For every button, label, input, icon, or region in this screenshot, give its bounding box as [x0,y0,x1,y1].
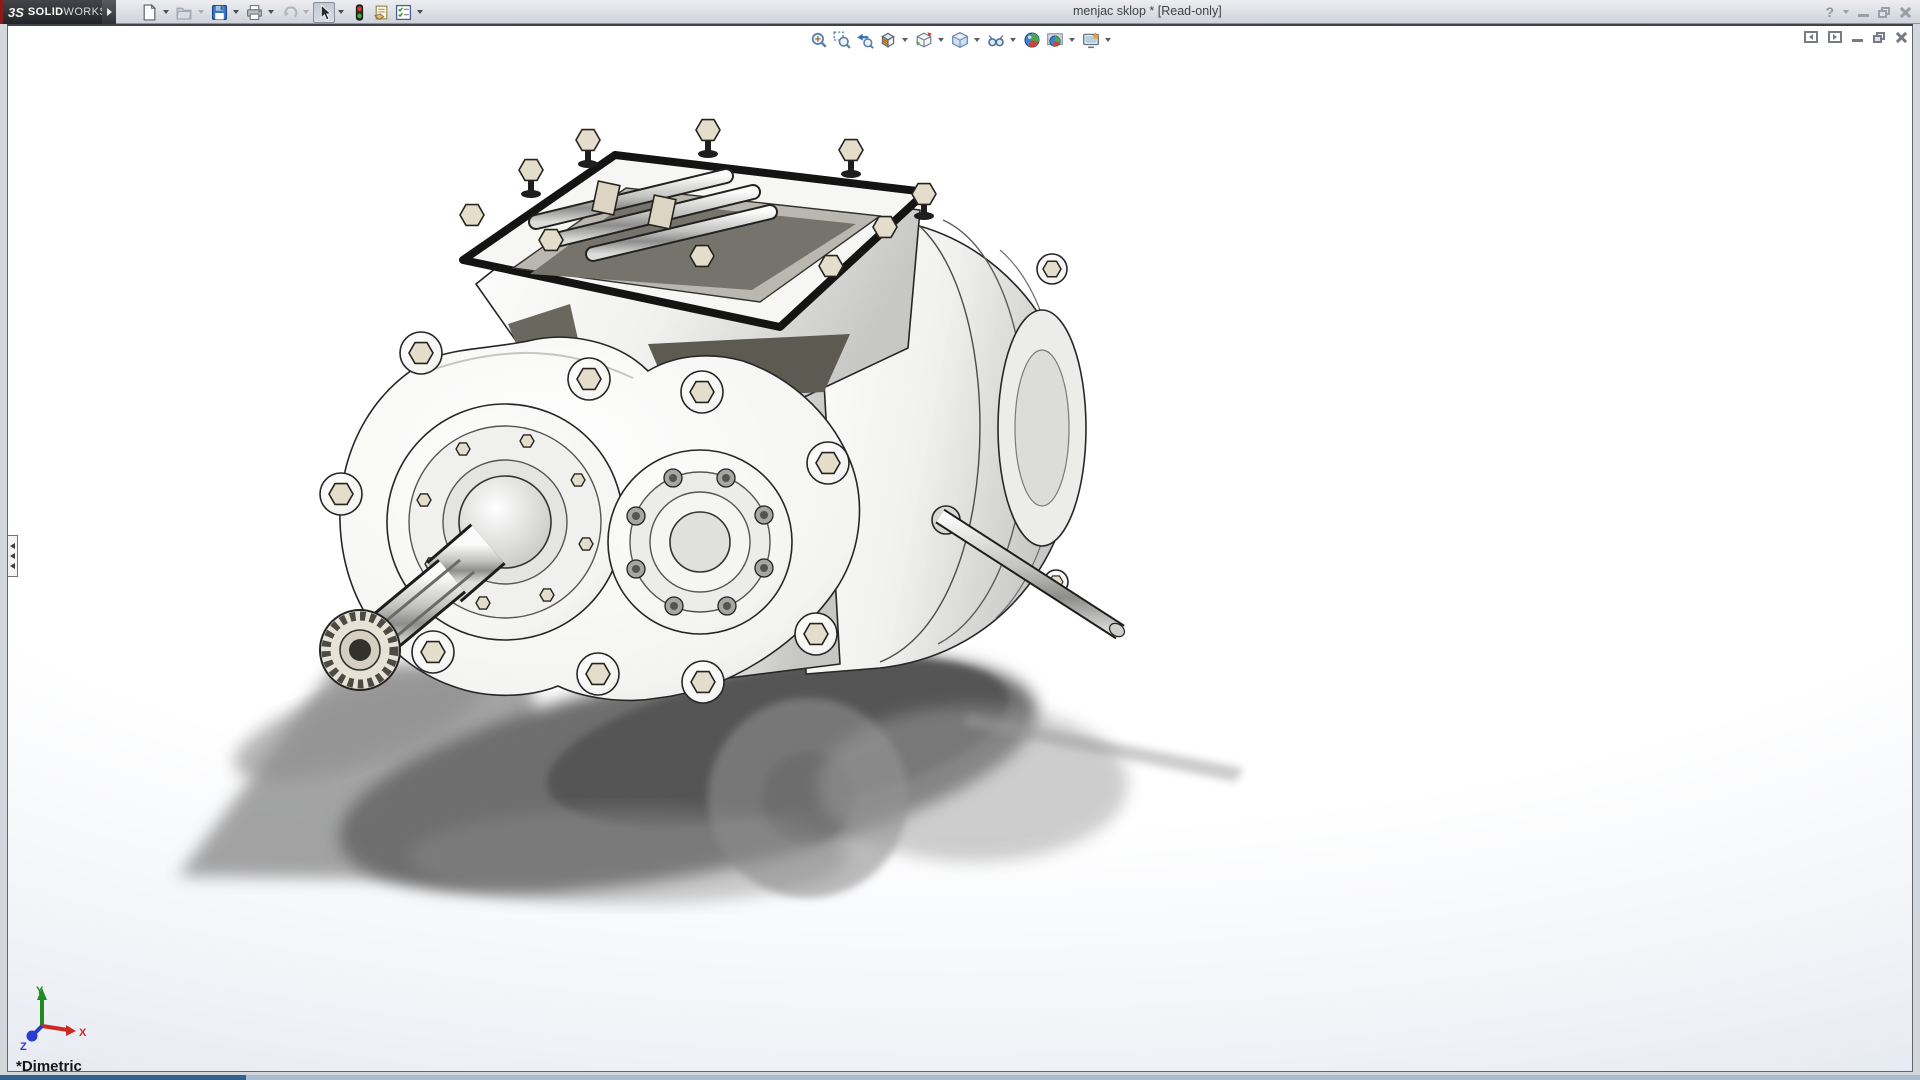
document-minimize-button[interactable] [1852,33,1863,42]
rebuild-button[interactable] [348,2,370,23]
open-button[interactable] [173,2,195,23]
undo-dropdown[interactable] [300,2,311,23]
document-close-button[interactable] [1895,32,1906,43]
zoom-to-area-button[interactable] [831,30,852,50]
appearance-ball-icon [1023,31,1041,49]
document-restore-button[interactable] [1873,32,1885,43]
logo-red-sliver [0,0,3,24]
zoom-to-fit-icon [810,31,828,49]
new-document-dropdown[interactable] [160,2,171,23]
file-properties-button[interactable] [370,2,392,23]
previous-view-button[interactable] [854,30,875,50]
chevron-right-icon [1833,34,1837,40]
view-orientation-label: *Dimetric [16,1058,82,1075]
window-controls: ? [1825,0,1910,24]
view-settings-dropdown[interactable] [1103,30,1112,50]
chevron-left-icon [1809,34,1813,40]
print-button[interactable] [243,2,265,23]
solidworks-logo: 3S SOLIDWORKS [0,0,102,24]
printer-icon [246,4,263,21]
help-button[interactable]: ? [1825,1,1834,23]
gearbox-3d-render[interactable] [8,26,1914,1072]
previous-pane-button[interactable] [1804,31,1818,43]
open-folder-icon [176,4,193,21]
save-dropdown[interactable] [230,2,241,23]
bearing-cover-flange [608,450,792,634]
featuremanager-collapsed-tab[interactable] [8,535,18,577]
section-view-dropdown[interactable] [900,30,909,50]
new-document-icon [141,4,158,21]
view-settings-button[interactable] [1080,30,1101,50]
reference-triad: Y X Z [12,984,92,1064]
window-bottom-border [0,1075,1920,1080]
apply-scene-dropdown[interactable] [1067,30,1076,50]
window-bottom-border-accent [0,1075,246,1080]
display-style-icon [951,31,969,49]
hide-show-items-button[interactable] [985,30,1006,50]
zoom-to-fit-button[interactable] [808,30,829,50]
save-button[interactable] [208,2,230,23]
chevron-left-icon [10,563,15,569]
view-settings-icon [1082,31,1100,49]
dassault-3ds-logo-glyph: 3S [8,5,24,20]
select-tool-dropdown[interactable] [335,2,346,23]
close-button[interactable] [1899,7,1910,18]
chevron-left-icon [10,543,15,549]
chevron-right-icon [107,8,112,16]
restore-button[interactable] [1878,7,1890,18]
triad-z-ball [27,1031,38,1042]
next-pane-button[interactable] [1828,31,1842,43]
new-document-button[interactable] [138,2,160,23]
brand-name-bold: SOLID [28,6,64,18]
open-dropdown[interactable] [195,2,206,23]
main-toolbar [138,1,427,23]
cursor-arrow-icon [316,4,333,21]
display-style-button[interactable] [949,30,970,50]
document-title: menjac sklop * [Read-only] [1073,0,1222,24]
headsup-view-toolbar [808,30,1114,50]
brand-name-light: WORKS [64,6,108,18]
triad-x-arrow [66,1025,76,1036]
help-dropdown[interactable] [1843,10,1849,14]
print-dropdown[interactable] [265,2,276,23]
save-floppy-icon [211,4,228,21]
document-window-controls [1804,31,1906,43]
section-view-button[interactable] [877,30,898,50]
apply-scene-icon [1046,31,1064,49]
view-orientation-dropdown[interactable] [936,30,945,50]
view-orientation-button[interactable] [913,30,934,50]
options-button[interactable] [392,2,414,23]
section-view-icon [879,31,897,49]
zoom-to-area-icon [833,31,851,49]
triad-z-label: Z [20,1041,27,1053]
chevron-left-icon [10,553,15,559]
traffic-light-icon [351,4,368,21]
apply-scene-button[interactable] [1044,30,1065,50]
minimize-button[interactable] [1858,8,1869,17]
previous-view-icon [856,31,874,49]
options-checklist-icon [395,4,412,21]
title-bar: 3S SOLIDWORKS [0,0,1920,24]
undo-arrow-icon [281,4,298,21]
eyeglasses-icon [987,31,1005,49]
triad-x-label: X [79,1027,87,1039]
undo-button[interactable] [278,2,300,23]
menu-expand-button[interactable] [102,0,116,24]
file-properties-icon [373,4,390,21]
hide-show-items-dropdown[interactable] [1008,30,1017,50]
gearbox-model[interactable] [320,120,1127,703]
graphics-area[interactable]: Y X Z *Dimetric [7,24,1913,1072]
edit-appearance-button[interactable] [1021,30,1042,50]
view-orientation-icon [915,31,933,49]
display-style-dropdown[interactable] [972,30,981,50]
select-tool-button[interactable] [313,2,335,23]
options-dropdown[interactable] [414,2,425,23]
triad-y-label: Y [36,985,44,997]
